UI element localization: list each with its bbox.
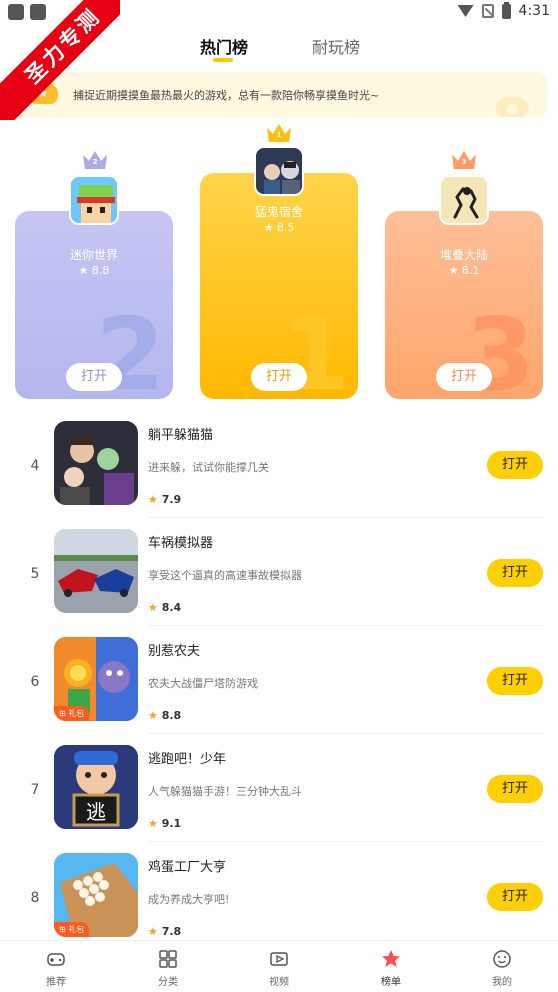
notification-icon bbox=[30, 4, 46, 20]
nav-mine[interactable]: 我的 bbox=[472, 949, 532, 988]
game-score: ★ 9.1 bbox=[148, 817, 182, 830]
ranking-banner: ★ 捕捉近期摸摸鱼最热最火的游戏，总有一款陪你畅享摸鱼时光~ 8 bbox=[11, 72, 547, 117]
nav-label: 我的 bbox=[492, 977, 512, 988]
game-thumbnail[interactable]: 逃 bbox=[54, 745, 138, 829]
bottom-nav: 推荐 分类 视频 榜单 我的 bbox=[0, 940, 558, 992]
list-item[interactable]: 4 躺平躲猫猫 进来躲，试试你能撑几关 ★ 7.9 打开 bbox=[0, 421, 558, 529]
nav-label: 推荐 bbox=[46, 977, 66, 988]
game-name: 鸡蛋工厂大亨 bbox=[148, 860, 227, 875]
nav-category[interactable]: 分类 bbox=[138, 949, 198, 988]
game-name: 躺平躲猫猫 bbox=[148, 428, 214, 443]
open-button[interactable]: 打开 bbox=[487, 451, 543, 479]
list-item[interactable]: 6 ⊞ 礼包 别惹农夫 农夫大战僵尸塔防游戏 ★ 8.8 打开 bbox=[0, 637, 558, 745]
open-button[interactable]: 打开 bbox=[251, 363, 307, 391]
open-button[interactable]: 打开 bbox=[436, 363, 492, 391]
notification-icon bbox=[8, 4, 24, 20]
game-name: 逃跑吧！少年 bbox=[148, 752, 227, 767]
podium-game-name: 迷你世界 bbox=[69, 248, 118, 262]
game-thumbnail[interactable] bbox=[54, 529, 138, 613]
podium-game-name: 猛鬼宿舍 bbox=[254, 205, 303, 219]
nav-recommend[interactable]: 推荐 bbox=[26, 949, 86, 988]
rank-number: 7 bbox=[30, 782, 40, 798]
podium-game-score: ★ 8.1 bbox=[448, 264, 480, 277]
tab-hot[interactable]: 热门榜 bbox=[200, 34, 248, 62]
game-thumbnail[interactable]: ⊞ 礼包 bbox=[54, 853, 138, 937]
smiley-icon bbox=[493, 950, 511, 968]
game-name: 车祸模拟器 bbox=[148, 536, 214, 551]
open-button[interactable]: 打开 bbox=[66, 363, 122, 391]
divider bbox=[148, 841, 544, 842]
podium-rank-1[interactable]: 1 猛鬼宿舍 ★ 8.5 打开 bbox=[200, 173, 358, 399]
game-score: ★ 7.8 bbox=[148, 925, 182, 938]
battery-icon bbox=[501, 1, 511, 19]
banner-text: 捕捉近期摸摸鱼最热最火的游戏，总有一款陪你畅享摸鱼时光~ bbox=[73, 89, 380, 102]
list-item[interactable]: 5 车祸模拟器 享受这个逼真的高速事故模拟器 ★ 8.4 打开 bbox=[0, 529, 558, 637]
divider bbox=[148, 517, 544, 518]
game-score: ★ 8.4 bbox=[148, 601, 182, 614]
open-button[interactable]: 打开 bbox=[487, 883, 543, 911]
ranking-tabs: 热门榜 耐玩榜 bbox=[0, 34, 558, 66]
game-score: ★ 7.9 bbox=[148, 493, 182, 506]
podium-rank-3[interactable]: 3 堆叠大陆 ★ 8.1 打开 bbox=[385, 211, 543, 399]
divider bbox=[148, 625, 544, 626]
game-description: 享受这个逼真的高速事故模拟器 bbox=[148, 569, 302, 582]
gold-crown-icon: 1 bbox=[267, 124, 291, 142]
nav-label: 榜单 bbox=[381, 977, 401, 988]
game-description: 成为养成大亨吧! bbox=[148, 893, 230, 906]
nav-label: 视频 bbox=[269, 977, 289, 988]
rank-number: 5 bbox=[30, 566, 40, 582]
open-button[interactable]: 打开 bbox=[487, 775, 543, 803]
bronze-crown-icon: 3 bbox=[452, 151, 476, 169]
podium-rank-2[interactable]: 2 迷你世界 ★ 8.8 打开 bbox=[15, 211, 173, 399]
open-button[interactable]: 打开 bbox=[487, 667, 543, 695]
rank-number: 8 bbox=[30, 890, 40, 906]
tab-long-play[interactable]: 耐玩榜 bbox=[312, 34, 360, 58]
banner-decoration: 8 bbox=[491, 86, 533, 117]
gamepad-icon bbox=[47, 953, 65, 966]
game-description: 农夫大战僵尸塔防游戏 bbox=[148, 677, 258, 690]
game-score: ★ 8.8 bbox=[148, 709, 182, 722]
open-button[interactable]: 打开 bbox=[487, 559, 543, 587]
divider bbox=[148, 733, 544, 734]
wifi-icon bbox=[457, 5, 474, 17]
game-icon-stacklands[interactable] bbox=[439, 175, 489, 225]
game-icon-mini-world[interactable] bbox=[69, 175, 119, 225]
rank-number: 6 bbox=[30, 674, 40, 690]
rank-number: 4 bbox=[30, 458, 40, 474]
game-thumbnail[interactable]: ⊞ 礼包 bbox=[54, 637, 138, 721]
game-thumbnail[interactable] bbox=[54, 421, 138, 505]
nav-label: 分类 bbox=[158, 977, 178, 988]
game-description: 进来躲，试试你能撑几关 bbox=[148, 461, 269, 474]
clock: 4:31 bbox=[518, 3, 550, 19]
ranking-star-icon bbox=[382, 950, 400, 967]
trophy-icon: ★ bbox=[28, 82, 58, 104]
podium-game-name: 堆叠大陆 bbox=[439, 248, 488, 262]
podium-game-score: ★ 8.5 bbox=[263, 221, 295, 234]
no-sim-icon bbox=[481, 4, 494, 18]
gift-badge: ⊞ 礼包 bbox=[54, 922, 90, 937]
game-icon-ghost-dorm[interactable] bbox=[254, 146, 304, 196]
podium-game-score: ★ 8.8 bbox=[78, 264, 110, 277]
game-description: 人气躲猫猫手游！三分钟大乱斗 bbox=[148, 785, 302, 798]
grid-icon bbox=[159, 950, 177, 968]
svg-text:逃: 逃 bbox=[86, 800, 106, 824]
nav-ranking[interactable]: 榜单 bbox=[361, 949, 421, 988]
silver-crown-icon: 2 bbox=[83, 151, 107, 169]
nav-video[interactable]: 视频 bbox=[249, 949, 309, 988]
video-icon bbox=[270, 952, 288, 966]
status-icons: 4:31 bbox=[457, 1, 550, 19]
game-name: 别惹农夫 bbox=[148, 644, 201, 659]
status-bar: 4:31 bbox=[0, 0, 558, 24]
gift-badge: ⊞ 礼包 bbox=[54, 706, 90, 721]
list-item[interactable]: 7 逃 逃跑吧！少年 人气躲猫猫手游！三分钟大乱斗 ★ 9.1 打开 bbox=[0, 745, 558, 853]
